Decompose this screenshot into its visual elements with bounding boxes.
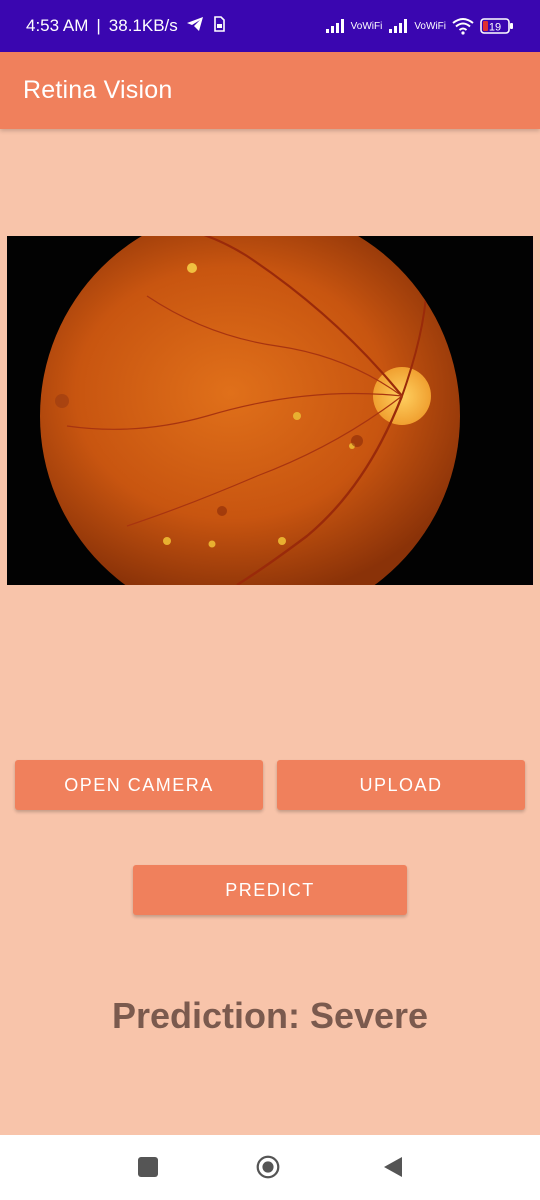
app-title: Retina Vision xyxy=(23,76,173,104)
status-bar: 4:53 AM | 38.1KB/s Vo WiFi Vo WiFi 19 xyxy=(0,0,540,52)
status-net-speed: 38.1KB/s xyxy=(108,16,178,35)
vowifi-icon: Vo WiFi xyxy=(350,20,383,32)
navigation-bar xyxy=(0,1135,540,1200)
retina-fundus-image xyxy=(7,236,533,585)
wifi-label: WiFi xyxy=(362,20,383,32)
vo-label: Vo xyxy=(350,20,363,32)
status-left: 4:53 AM | 38.1KB/s xyxy=(26,15,226,37)
open-camera-button[interactable]: OPEN CAMERA xyxy=(15,760,263,810)
sim-card-icon xyxy=(212,15,226,37)
retina-image xyxy=(7,236,533,585)
status-separator: | xyxy=(96,16,101,35)
predict-button[interactable]: PREDICT xyxy=(133,865,407,915)
app-bar: Retina Vision xyxy=(0,52,540,129)
battery-level: 19 xyxy=(489,22,501,34)
wifi-icon xyxy=(452,17,474,35)
battery-icon: 19 xyxy=(480,17,514,35)
recents-square-icon[interactable] xyxy=(136,1155,160,1179)
telegram-icon xyxy=(186,16,204,37)
upload-button[interactable]: UPLOAD xyxy=(277,760,525,810)
status-right: Vo WiFi Vo WiFi 19 xyxy=(325,17,514,35)
wifi-label: WiFi xyxy=(426,20,446,32)
back-triangle-icon[interactable] xyxy=(381,1155,405,1179)
status-time: 4:53 AM xyxy=(26,16,89,35)
signal-icon xyxy=(325,18,345,34)
signal-icon xyxy=(388,18,408,34)
prediction-result: Prediction: Severe xyxy=(111,995,429,1036)
vo-label: Vo xyxy=(414,20,426,32)
home-circle-icon[interactable] xyxy=(256,1155,280,1179)
vowifi-icon: Vo WiFi xyxy=(414,20,446,32)
